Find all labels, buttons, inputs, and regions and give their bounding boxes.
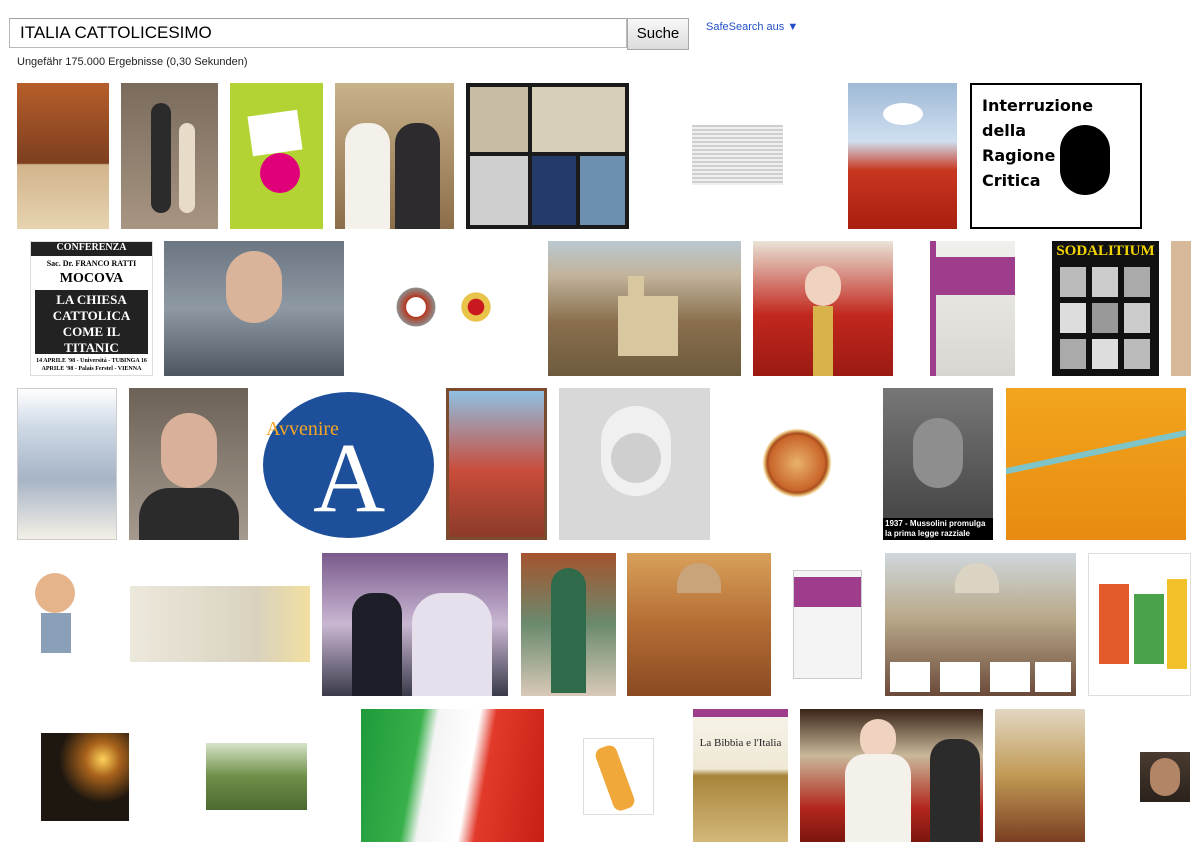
thumbnail-text: Sac. Dr. FRANCO RATTI [46, 259, 137, 268]
image-result[interactable] [17, 553, 111, 681]
thumbnail-text: CONFERENZA [56, 242, 127, 253]
image-result[interactable] [793, 570, 862, 679]
image-result[interactable] [17, 388, 117, 540]
thumbnail-text: 1937 - Mussolini promulga la prima legge… [885, 519, 986, 538]
search-input[interactable]: ITALIA CATTOLICESIMO [9, 18, 627, 48]
image-result[interactable] [627, 553, 771, 696]
safesearch-toggle[interactable]: SafeSearch aus ▼ [706, 21, 798, 33]
image-result[interactable] [692, 125, 783, 185]
image-result[interactable] [1140, 752, 1190, 802]
image-result[interactable] [885, 553, 1076, 696]
image-result[interactable] [753, 241, 893, 376]
image-result[interactable] [17, 83, 109, 229]
image-result[interactable] [395, 283, 437, 331]
image-result[interactable] [548, 241, 741, 376]
image-result[interactable]: Interruzione della Ragione Critica [970, 83, 1142, 229]
search-button[interactable]: Suche [627, 18, 689, 50]
image-result[interactable] [762, 428, 832, 498]
image-result[interactable] [361, 709, 544, 842]
thumbnail-text: SODALITIUM [1056, 243, 1155, 259]
image-result[interactable]: Avvenire A [263, 388, 434, 540]
image-result[interactable]: CONFERENZA Sac. Dr. FRANCO RATTI MOCOVA … [30, 241, 153, 376]
thumbnail-text: MOCOVA [59, 271, 124, 286]
image-result[interactable] [129, 388, 248, 540]
image-result[interactable]: SODALITIUM [1052, 241, 1159, 376]
image-result[interactable] [559, 388, 710, 540]
image-result[interactable] [230, 83, 323, 229]
image-result[interactable] [1006, 388, 1186, 540]
thumbnail-text: 14 APRILE '98 - Università - TUBINGA 16 … [36, 358, 147, 372]
image-result[interactable] [446, 388, 547, 540]
image-result[interactable] [583, 738, 654, 815]
image-result[interactable] [995, 709, 1085, 842]
thumbnail-text: LA CHIESA CATTOLICA COME IL TITANIC [52, 292, 131, 355]
image-result[interactable] [164, 241, 344, 376]
image-result[interactable] [466, 83, 629, 229]
image-result[interactable] [335, 83, 454, 229]
image-result[interactable] [521, 553, 616, 696]
result-stats: Ungefähr 175.000 Ergebnisse (0,30 Sekund… [17, 56, 248, 68]
image-result[interactable] [130, 586, 310, 662]
image-result[interactable] [1088, 553, 1191, 696]
image-result[interactable] [800, 709, 983, 842]
image-result[interactable] [121, 83, 218, 229]
image-result[interactable] [455, 283, 497, 331]
image-result[interactable] [206, 743, 307, 810]
image-result[interactable] [930, 241, 1015, 376]
image-result[interactable]: 1937 - Mussolini promulga la prima legge… [883, 388, 993, 540]
thumbnail-text: Interruzione della [982, 96, 1094, 140]
image-result[interactable] [41, 733, 129, 821]
image-result[interactable] [848, 83, 957, 229]
image-result[interactable]: La Bibbia e l'Italia [693, 709, 788, 842]
image-result[interactable] [322, 553, 508, 696]
thumbnail-text: La Bibbia e l'Italia [699, 737, 782, 749]
image-result[interactable] [1171, 241, 1191, 376]
